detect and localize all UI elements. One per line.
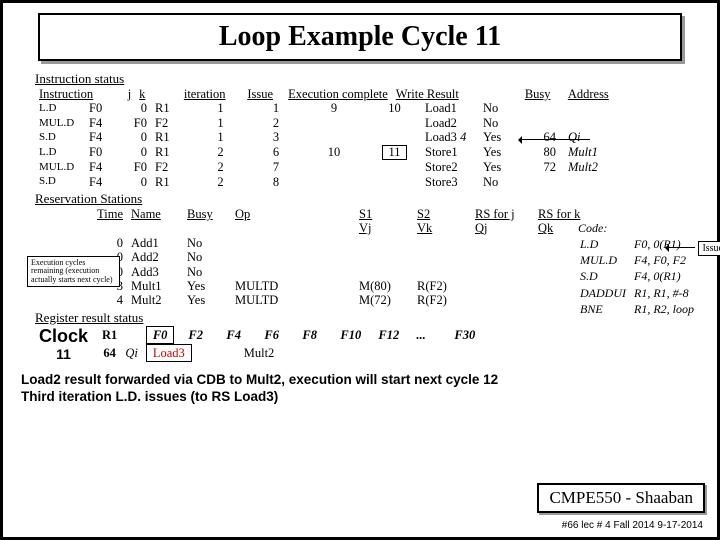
- rs-header: Time Name Busy Op S1 S2 RS for j RS for …: [35, 207, 584, 236]
- table-row: 4Mult2YesMULTDM(72)R(F2): [35, 293, 542, 307]
- instr-status-header-row: Instruction j k iteration Issue Executio…: [35, 87, 621, 101]
- arrow-qi: [520, 139, 590, 140]
- instr-status-heading: Instruction status: [35, 71, 707, 87]
- arrow-issue: [667, 247, 695, 248]
- code-block: Code: L.DF0, 0(R1) MUL.DF4, F0, F2 S.DF4, …: [578, 221, 702, 318]
- course-box: CMPE550 - Shaaban: [537, 483, 705, 513]
- table-row: MUL.DF4, F0, F2: [580, 253, 700, 267]
- code-heading: Code:: [578, 221, 702, 235]
- table-row: 0Add1No: [35, 236, 542, 250]
- execution-note-box: Execution cycles remaining (execution ac…: [27, 256, 120, 287]
- table-row: BNER1, R2, loop: [580, 302, 700, 316]
- footer: #66 lec # 4 Fall 2014 9-17-2014: [562, 520, 703, 531]
- table-row: DADDUIR1, R1, #-8: [580, 286, 700, 300]
- table-row: MUL.DF4F0F227Store2 Yes72Mult2: [35, 160, 602, 174]
- table-row: S.DF4, 0(R1): [580, 269, 700, 283]
- r1-value: 64: [98, 344, 121, 362]
- table-row: L.DF00R111910Load1 No: [35, 101, 602, 115]
- issue-badge: Issue: [698, 241, 720, 256]
- instr-status-table: Instruction j k iteration Issue Executio…: [35, 87, 621, 101]
- bottom-message: Load2 result forwarded via CDB to Mult2,…: [21, 372, 699, 404]
- instr-rows: L.DF00R111910Load1 NoMUL.DF4F0F212Load2 …: [35, 101, 602, 189]
- table-row: MUL.DF4F0F212Load2 No: [35, 116, 602, 130]
- qi-label: Qi: [121, 344, 142, 362]
- table-row: S.DF40R128Store3 No: [35, 175, 602, 189]
- slide-title: Loop Example Cycle 11: [38, 13, 682, 61]
- table-row: L.DF00R1261011Store1 Yes80Mult1: [35, 145, 602, 161]
- content-area: Instruction status Instruction j k itera…: [35, 71, 707, 362]
- clock-label: Clock: [39, 326, 88, 347]
- clock-value: 11: [39, 346, 88, 362]
- table-row: L.DF0, 0(R1): [580, 237, 700, 251]
- rrs-table: Clock 11 R1 F0F2F4F6F8F10F12...F30 64 Qi…: [35, 326, 514, 363]
- r1-label: R1: [98, 326, 121, 344]
- rs-heading: Reservation Stations: [35, 191, 707, 207]
